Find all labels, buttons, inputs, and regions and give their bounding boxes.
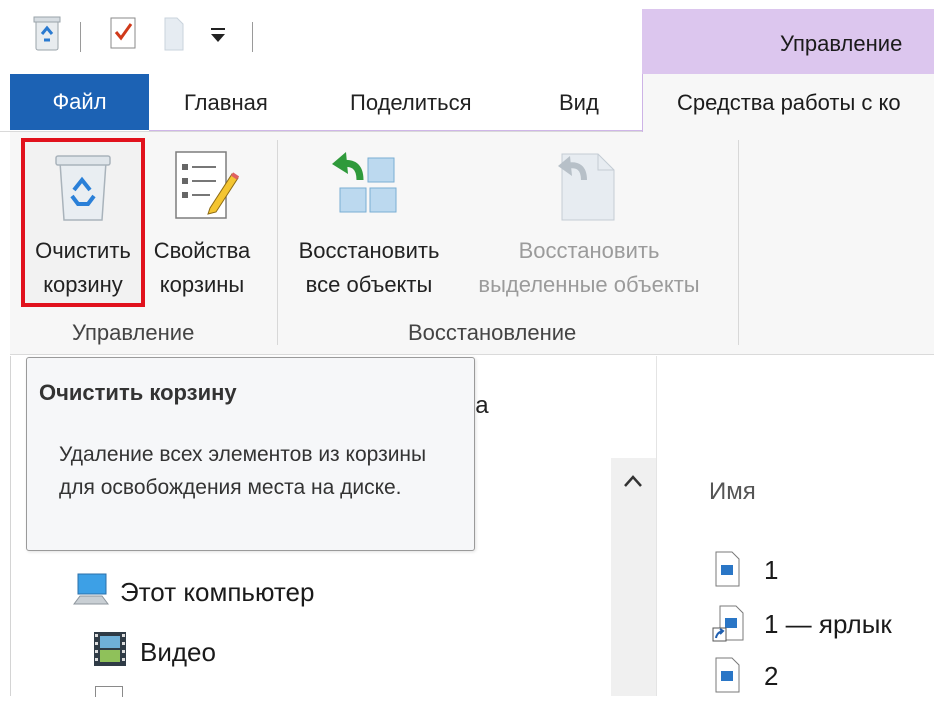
file-name: 1 — ярлык <box>764 608 892 639</box>
image-file-icon <box>712 550 746 590</box>
tab-view[interactable]: Вид <box>559 74 599 131</box>
tooltip-title: Очистить корзину <box>39 380 237 405</box>
file-name: 2 <box>764 660 779 691</box>
recycle-bin-large-icon <box>50 150 116 229</box>
bin-properties-label-line1: Свойства <box>153 238 251 263</box>
tab-file[interactable]: Файл <box>10 74 149 130</box>
restore-all-icon <box>328 150 404 225</box>
bin-properties-icon <box>172 148 242 229</box>
restore-selected-label-line1: Восстановить <box>518 238 660 263</box>
tree-item-label: Этот компьютер <box>120 577 315 607</box>
properties-check-icon[interactable] <box>108 14 138 59</box>
tree-item-this-pc[interactable]: Этот компьютер <box>72 572 314 613</box>
tab-share[interactable]: Поделиться <box>350 74 471 131</box>
computer-icon <box>72 572 110 613</box>
scroll-up-chevron-icon[interactable] <box>620 468 646 494</box>
group-label-manage: Управление <box>72 320 195 345</box>
bin-properties-button[interactable]: Свойства корзины <box>146 234 258 302</box>
ribbon-group-separator <box>277 140 278 345</box>
empty-bin-label-line2: корзину <box>43 272 123 297</box>
group-label-restore: Восстановление <box>408 320 577 345</box>
tab-tools-label: Средства работы с ко <box>677 90 901 115</box>
file-row[interactable]: 1 <box>712 550 778 590</box>
video-folder-icon <box>92 630 128 675</box>
tree-item-label: Видео <box>140 637 216 667</box>
tooltip: Очистить корзину Удаление всех элементов… <box>26 357 475 551</box>
empty-bin-label-line1: Очистить <box>35 238 131 263</box>
shortcut-file-icon <box>712 604 746 644</box>
context-tab-header-label: Управление <box>780 31 903 56</box>
restore-selected-icon <box>550 146 620 229</box>
ribbon-group-separator <box>738 140 739 345</box>
customize-dropdown-icon[interactable] <box>206 26 230 51</box>
file-row[interactable]: 2 <box>712 656 778 696</box>
column-header-name[interactable]: Имя <box>709 478 756 506</box>
tooltip-body: Удаление всех элементов из корзины для о… <box>59 443 427 499</box>
bin-properties-label-line2: корзины <box>159 272 245 297</box>
empty-bin-label: Очистить корзину <box>26 234 140 302</box>
tab-home[interactable]: Главная <box>184 74 268 131</box>
restore-all-button[interactable]: Восстановить все объекты <box>288 234 450 302</box>
file-row[interactable]: 1 — ярлык <box>712 604 892 644</box>
quick-access-separator <box>80 22 81 52</box>
restore-all-label-line1: Восстановить <box>298 238 440 263</box>
file-name: 1 <box>764 554 779 585</box>
quick-access-separator <box>252 22 253 52</box>
context-tab-header: Управление <box>642 9 934 74</box>
restore-all-label-line2: все объекты <box>305 272 433 297</box>
restore-selected-label-line2: выделенные объекты <box>478 272 700 297</box>
pane-divider[interactable] <box>656 356 657 696</box>
recycle-bin-icon[interactable] <box>30 14 64 59</box>
tree-item-partial-icon <box>95 686 123 697</box>
restore-selected-button[interactable]: Восстановить выделенные объекты <box>458 234 720 302</box>
tab-tools[interactable]: Средства работы с ко <box>642 74 934 132</box>
window-left-edge <box>10 356 11 696</box>
tree-item-video[interactable]: Видео <box>92 630 216 675</box>
image-file-icon <box>712 656 746 696</box>
new-folder-icon[interactable] <box>162 14 186 59</box>
